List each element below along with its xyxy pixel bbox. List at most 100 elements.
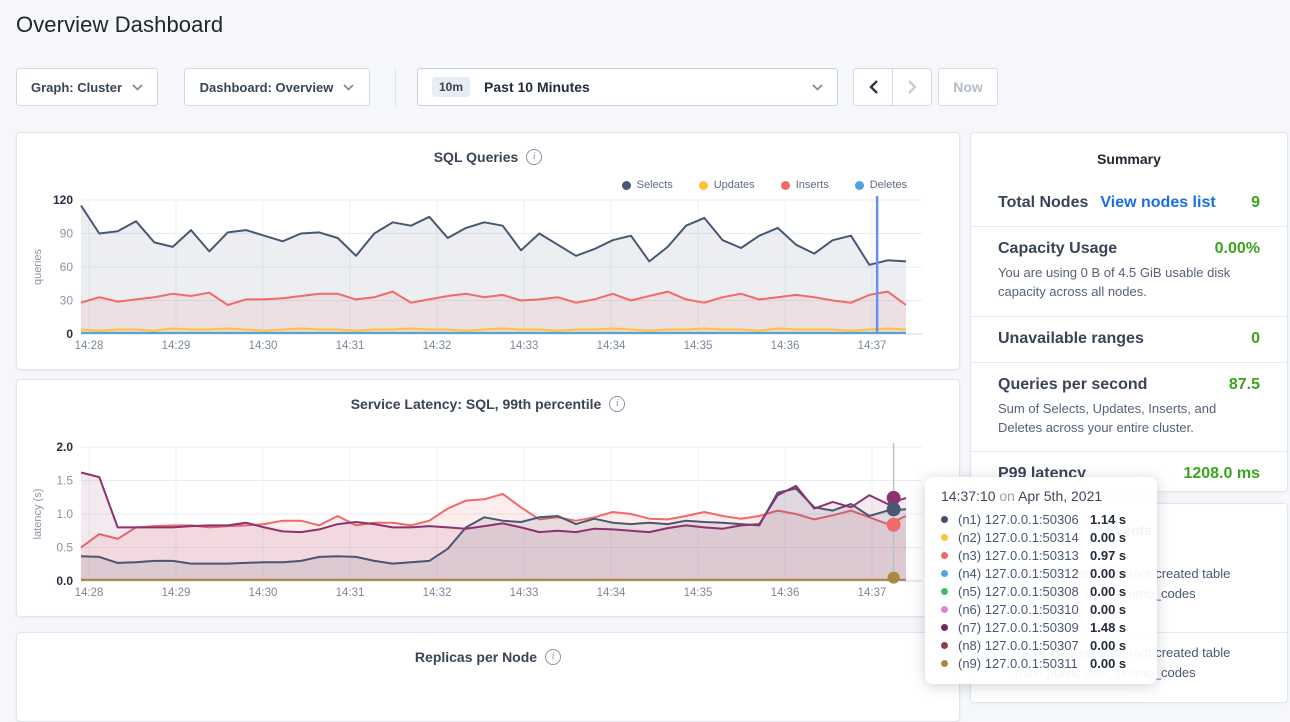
svg-text:14:37: 14:37 <box>858 340 887 352</box>
tooltip-node-value: 0.00 s <box>1090 638 1126 653</box>
svg-text:14:29: 14:29 <box>162 340 191 352</box>
tooltip-row: (n4) 127.0.0.1:503120.00 s <box>941 564 1141 582</box>
legend-dot <box>699 181 708 190</box>
svg-text:14:32: 14:32 <box>423 340 452 352</box>
tooltip-node-label: (n4) 127.0.0.1:50312 <box>958 566 1090 581</box>
info-icon[interactable]: i <box>609 396 625 412</box>
svg-text:14:28: 14:28 <box>75 587 104 599</box>
svg-text:14:28: 14:28 <box>75 340 104 352</box>
sql-queries-panel: SQL Queries i Selects Updates Inserts Delet… <box>16 132 960 370</box>
legend-item-inserts[interactable]: Inserts <box>781 179 829 191</box>
tooltip-node-label: (n8) 127.0.0.1:50307 <box>958 638 1090 653</box>
svg-text:14:31: 14:31 <box>336 587 365 599</box>
metric-value: 87.5 <box>1229 376 1260 394</box>
tooltip-node-label: (n5) 127.0.0.1:50308 <box>958 584 1090 599</box>
chart-title: Service Latency: SQL, 99th percentile <box>351 396 602 412</box>
tooltip-node-value: 1.48 s <box>1090 620 1126 635</box>
svg-text:30: 30 <box>60 294 74 308</box>
legend-label: Updates <box>714 179 755 191</box>
tooltip-node-label: (n3) 127.0.0.1:50313 <box>958 548 1090 563</box>
metric-label: Capacity Usage <box>998 240 1117 258</box>
summary-metric-total-nodes: Total Nodes View nodes list 9 <box>971 181 1287 226</box>
view-nodes-list-link[interactable]: View nodes list <box>1100 194 1215 212</box>
svg-text:14:33: 14:33 <box>510 587 539 599</box>
chart-tooltip: 14:37:10 on Apr 5th, 2021 (n1) 127.0.0.1… <box>925 477 1157 684</box>
svg-text:0.0: 0.0 <box>56 574 73 588</box>
metric-value: 0 <box>1251 330 1260 348</box>
tooltip-row: (n6) 127.0.0.1:503100.00 s <box>941 600 1141 618</box>
chart-title: SQL Queries <box>434 149 519 165</box>
legend-dot <box>781 181 790 190</box>
tooltip-row: (n3) 127.0.0.1:503130.97 s <box>941 546 1141 564</box>
tooltip-node-value: 0.00 s <box>1090 530 1126 545</box>
time-range-label: Past 10 Minutes <box>484 79 590 95</box>
svg-text:latency (s): latency (s) <box>32 489 44 540</box>
tooltip-node-label: (n2) 127.0.0.1:50314 <box>958 530 1090 545</box>
series-color-dot <box>941 642 948 649</box>
time-next-button[interactable] <box>892 69 931 105</box>
info-icon[interactable]: i <box>545 649 561 665</box>
metric-label: Unavailable ranges <box>998 330 1144 348</box>
series-color-dot <box>941 552 948 559</box>
metric-value: 1208.0 ms <box>1183 465 1260 483</box>
tooltip-timestamp: 14:37:10 on Apr 5th, 2021 <box>941 488 1141 504</box>
tooltip-node-label: (n6) 127.0.0.1:50310 <box>958 602 1090 617</box>
chevron-left-icon <box>868 79 879 95</box>
svg-text:14:33: 14:33 <box>510 340 539 352</box>
tooltip-row: (n9) 127.0.0.1:503110.00 s <box>941 654 1141 672</box>
tooltip-node-value: 0.97 s <box>1090 548 1126 563</box>
svg-text:14:34: 14:34 <box>597 340 626 352</box>
svg-text:1.0: 1.0 <box>56 507 73 521</box>
svg-text:0.5: 0.5 <box>56 541 73 555</box>
series-color-dot <box>941 516 948 523</box>
svg-text:14:31: 14:31 <box>336 340 365 352</box>
summary-heading: Summary <box>971 151 1287 167</box>
svg-text:14:35: 14:35 <box>684 340 713 352</box>
series-color-dot <box>941 660 948 667</box>
dashboard-dropdown[interactable]: Dashboard: Overview <box>184 68 370 106</box>
chevron-right-icon <box>907 79 918 95</box>
tooltip-rows: (n1) 127.0.0.1:503061.14 s(n2) 127.0.0.1… <box>941 510 1141 672</box>
time-prev-button[interactable] <box>854 69 892 105</box>
metric-value: 0.00% <box>1215 240 1260 258</box>
tooltip-node-value: 1.14 s <box>1090 512 1126 527</box>
tooltip-node-value: 0.00 s <box>1090 584 1126 599</box>
svg-text:90: 90 <box>60 227 74 241</box>
series-color-dot <box>941 534 948 541</box>
legend-item-updates[interactable]: Updates <box>699 179 755 191</box>
chart-legend: Selects Updates Inserts Deletes <box>622 179 907 191</box>
replicas-per-node-panel: Replicas per Node i <box>16 632 960 722</box>
tooltip-node-value: 0.00 s <box>1090 566 1126 581</box>
chevron-down-icon <box>812 84 823 91</box>
legend-item-selects[interactable]: Selects <box>622 179 673 191</box>
time-range-badge: 10m <box>432 77 470 97</box>
tooltip-row: (n2) 127.0.0.1:503140.00 s <box>941 528 1141 546</box>
tooltip-node-label: (n9) 127.0.0.1:50311 <box>958 656 1090 671</box>
graph-dropdown[interactable]: Graph: Cluster <box>16 68 158 106</box>
info-icon[interactable]: i <box>526 149 542 165</box>
time-range-selector[interactable]: 10m Past 10 Minutes <box>417 68 838 106</box>
legend-label: Inserts <box>796 179 829 191</box>
metric-value: 9 <box>1251 194 1260 212</box>
svg-text:14:36: 14:36 <box>771 340 800 352</box>
service-latency-chart[interactable]: 14:2814:2914:3014:3114:3214:3314:3414:35… <box>17 438 961 610</box>
svg-text:14:30: 14:30 <box>249 587 278 599</box>
chevron-down-icon <box>132 84 143 91</box>
legend-item-deletes[interactable]: Deletes <box>855 179 907 191</box>
now-button[interactable]: Now <box>938 68 998 106</box>
svg-text:14:35: 14:35 <box>684 587 713 599</box>
sql-queries-chart[interactable]: 14:2814:2914:3014:3114:3214:3314:3414:35… <box>17 191 961 363</box>
svg-text:120: 120 <box>53 193 73 207</box>
tooltip-node-label: (n1) 127.0.0.1:50306 <box>958 512 1090 527</box>
series-color-dot <box>941 570 948 577</box>
tooltip-node-label: (n7) 127.0.0.1:50309 <box>958 620 1090 635</box>
svg-text:1.5: 1.5 <box>56 474 73 488</box>
svg-text:14:32: 14:32 <box>423 587 452 599</box>
metric-description: Sum of Selects, Updates, Inserts, and De… <box>998 400 1260 438</box>
svg-text:0: 0 <box>66 327 73 341</box>
metric-description: You are using 0 B of 4.5 GiB usable disk… <box>998 264 1260 302</box>
summary-metric-capacity-usage: Capacity Usage 0.00% You are using 0 B o… <box>971 226 1287 316</box>
chevron-down-icon <box>343 84 354 91</box>
time-step-group <box>853 68 932 106</box>
metric-label: Total Nodes <box>998 194 1088 212</box>
